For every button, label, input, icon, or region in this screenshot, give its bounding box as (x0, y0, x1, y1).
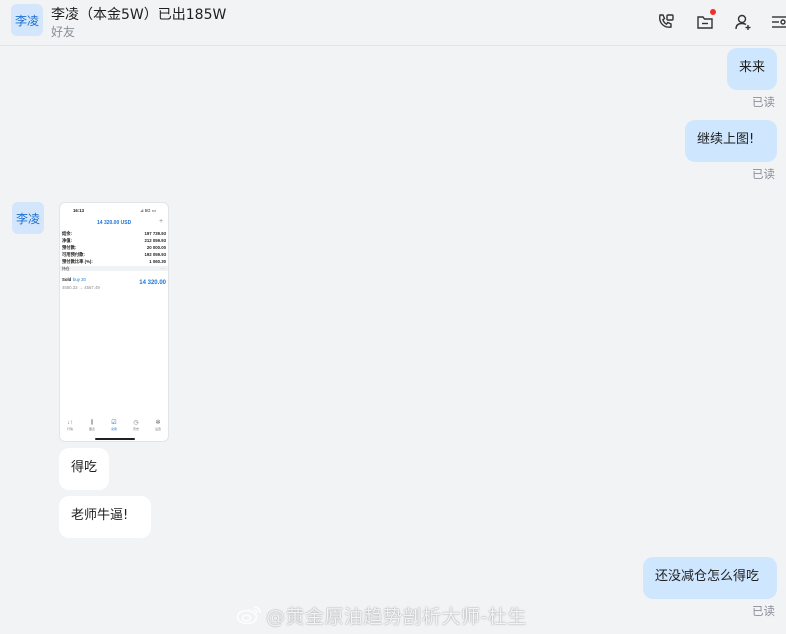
shot-tab-history: ◷ 历史 (132, 420, 139, 431)
shot-row-value: 192 059.93 (144, 252, 166, 257)
shot-row-value: 212 059.93 (144, 238, 166, 243)
shot-row-label: 净值: (62, 238, 73, 243)
shot-tab-trade: ☑ 交易 (110, 420, 117, 431)
weibo-logo-icon (236, 605, 262, 630)
shot-position-prices: 4580.33 → 4567.49 (62, 285, 100, 290)
shot-divider (60, 266, 168, 271)
shot-row-label: 预付款比率 (%): (62, 259, 93, 264)
shot-tab-quotes: ↓↑ 行情 (66, 420, 73, 431)
shot-status-bar: ⊿ 5G ▭ (140, 208, 156, 213)
shot-tab-chart: ⫼ 图表 (88, 420, 95, 431)
shot-more-icon: ··· (160, 266, 165, 271)
read-status: 已读 (752, 167, 775, 181)
shot-row-label: 结余: (62, 231, 73, 236)
watermark: @黄金原油趋势剖析大师-杜生 (236, 602, 527, 630)
shot-position-profit: 14 320.00 (139, 280, 166, 286)
shot-row-value: 197 739.93 (144, 231, 166, 236)
chat-header: 李凌 李凌（本金5W）已出185W 好友 (0, 0, 786, 46)
chat-subtitle: 好友 (51, 25, 76, 39)
shot-balance-header: 14 320.00 USD (97, 220, 132, 226)
contact-avatar[interactable]: 李凌 (11, 4, 43, 36)
shot-row-label: 预付款: (62, 245, 77, 250)
read-status: 已读 (752, 95, 775, 109)
message-bubble-outgoing[interactable]: 还没减仓怎么得吃 (643, 557, 777, 599)
message-bubble-outgoing[interactable]: 来来 (727, 48, 777, 90)
shot-row-value: 1 060.30 (149, 259, 166, 264)
phone-video-icon[interactable] (655, 11, 677, 33)
chat-title: 李凌（本金5W）已出185W (51, 7, 227, 23)
shot-row-label: 可用预付款: (62, 252, 85, 257)
notification-dot (710, 9, 716, 15)
message-bubble-outgoing[interactable]: 继续上图! (685, 120, 777, 162)
image-message[interactable]: 16:13 ⊿ 5G ▭ 14 320.00 USD + 结余: 197 739… (59, 202, 169, 442)
message-bubble-incoming[interactable]: 得吃 (59, 448, 109, 490)
shot-section-label: 持仓 (62, 267, 70, 271)
folder-icon[interactable] (694, 9, 716, 33)
sender-avatar[interactable]: 李凌 (12, 202, 44, 234)
read-status: 已读 (752, 604, 775, 618)
add-user-icon[interactable] (732, 11, 754, 33)
message-bubble-incoming[interactable]: 老师牛逼! (59, 496, 151, 538)
menu-icon[interactable] (768, 11, 786, 33)
shot-row-value: 20 000.00 (146, 245, 166, 250)
shot-position-detail: buy 20 (73, 277, 86, 282)
shot-time: 16:13 (73, 208, 84, 213)
shot-home-indicator (95, 438, 135, 440)
shot-position-type: Sold (62, 277, 72, 282)
shot-tab-settings: ✻ 设置 (154, 420, 161, 431)
shot-plus-icon: + (159, 218, 164, 225)
